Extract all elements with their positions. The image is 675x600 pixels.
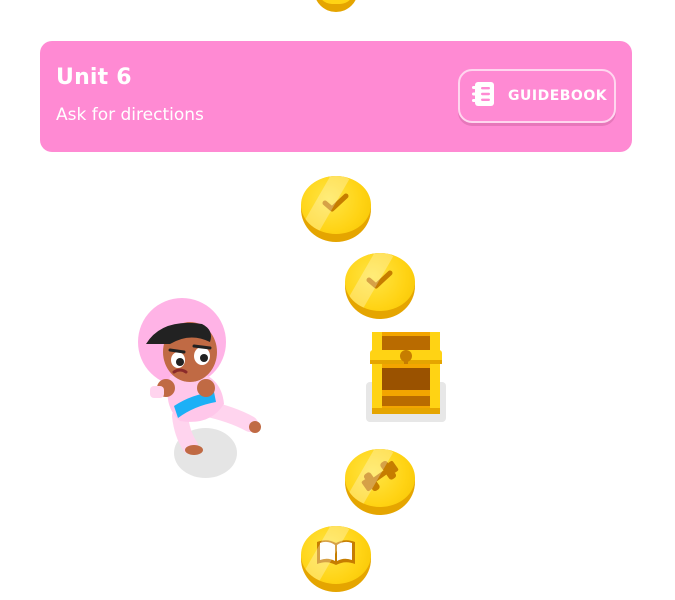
check-icon [365,268,395,296]
dumbbell-icon [360,460,400,496]
character-illustration [132,296,267,465]
practice-node[interactable] [345,449,415,515]
guidebook-button[interactable]: GUIDEBOOK [458,69,616,123]
story-node[interactable] [301,526,371,592]
check-icon [321,191,351,219]
unit-title: Unit 6 [56,65,132,90]
book-icon [315,538,357,572]
treasure-chest-icon [368,332,444,420]
lesson-node-completed[interactable] [301,176,371,242]
unit-subtitle: Ask for directions [56,105,204,125]
previous-unit-lesson-coin[interactable] [314,0,358,12]
lesson-node-completed[interactable] [345,253,415,319]
unit-header: Unit 6 Ask for directions GUIDEBOOK [40,41,632,152]
treasure-chest-node[interactable] [368,330,444,420]
guidebook-label: GUIDEBOOK [508,88,608,104]
notebook-icon [472,81,496,111]
